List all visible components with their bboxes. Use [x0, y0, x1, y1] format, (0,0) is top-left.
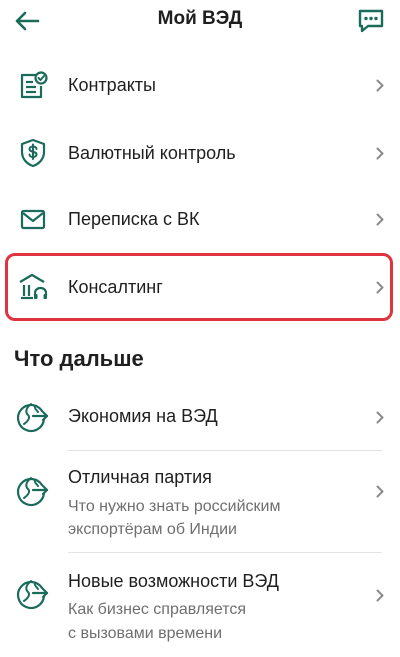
- menu-item-contracts[interactable]: Контракты: [0, 51, 400, 119]
- envelope-icon: [16, 202, 50, 236]
- section-title: Что дальше: [14, 346, 144, 371]
- menu-item-label: Валютный контроль: [68, 142, 236, 163]
- menu-item-currency-control[interactable]: Валютный контроль: [0, 119, 400, 187]
- shield-dollar-icon: [16, 136, 50, 170]
- article-item-new-opportunities[interactable]: Новые возможности ВЭД Как бизнес справля…: [0, 553, 400, 657]
- article-subtitle: с вызовами времени: [68, 625, 223, 642]
- article-subtitle: экспортёрам об Индии: [68, 521, 237, 538]
- chat-icon: [358, 9, 384, 33]
- globe-arrow-icon: [14, 399, 50, 435]
- globe-arrow-icon: [14, 473, 50, 509]
- menu-item-label: Консалтинг: [68, 276, 163, 297]
- article-title: Новые возможности ВЭД: [68, 571, 279, 591]
- page-title: Мой ВЭД: [157, 8, 243, 29]
- chevron-right-icon: [374, 484, 386, 498]
- menu-item-consulting[interactable]: Консалтинг: [0, 253, 400, 321]
- article-title: Экономия на ВЭД: [68, 406, 218, 426]
- menu-item-correspondence[interactable]: Переписка с ВК: [0, 185, 400, 253]
- article-item-economy[interactable]: Экономия на ВЭД: [0, 384, 400, 450]
- chevron-right-icon: [374, 212, 386, 226]
- menu-item-label: Контракты: [68, 74, 156, 95]
- chevron-right-icon: [374, 146, 386, 160]
- article-title: Отличная партия: [68, 467, 212, 487]
- header: Мой ВЭД: [0, 0, 400, 44]
- article-subtitle: Что нужно знать российским: [68, 498, 281, 515]
- chevron-right-icon: [374, 280, 386, 294]
- consulting-bank-icon: [16, 270, 50, 304]
- chevron-right-icon: [374, 78, 386, 92]
- chevron-right-icon: [374, 410, 386, 424]
- chevron-right-icon: [374, 588, 386, 602]
- contract-icon: [16, 68, 50, 102]
- globe-arrow-icon: [14, 576, 50, 612]
- article-item-great-batch[interactable]: Отличная партия Что нужно знать российск…: [0, 451, 400, 552]
- chat-button[interactable]: [354, 4, 388, 38]
- article-subtitle: Как бизнес справляется: [68, 601, 247, 618]
- menu-item-label: Переписка с ВК: [68, 208, 200, 229]
